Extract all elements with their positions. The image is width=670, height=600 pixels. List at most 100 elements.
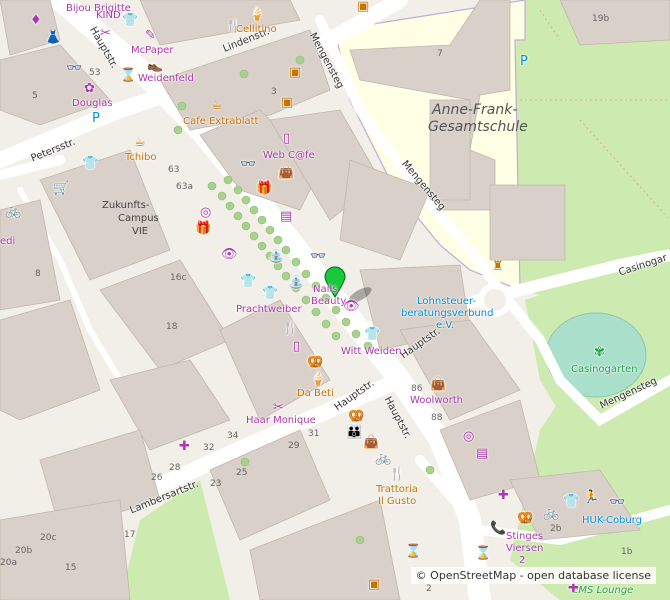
- books-icon[interactable]: ▤: [476, 447, 488, 461]
- restaurant-icon[interactable]: 🍴: [389, 468, 405, 482]
- bank-icon[interactable]: ▣: [368, 578, 380, 592]
- monument-icon[interactable]: ♜: [492, 260, 504, 274]
- house-number: 32: [203, 443, 215, 453]
- poi-label-stinges-line2[interactable]: Viersen: [506, 543, 543, 555]
- restaurant-icon[interactable]: 🍴: [282, 322, 298, 336]
- beauty-icon[interactable]: ✿: [84, 82, 95, 96]
- fountain-icon[interactable]: ⛲: [268, 250, 284, 264]
- phone-icon[interactable]: 📞: [490, 522, 506, 536]
- poi-label-webcafe[interactable]: Web C@fe: [263, 150, 315, 162]
- poi-label-witt[interactable]: Witt Weiden: [341, 346, 402, 358]
- poi-label-woolworth[interactable]: Woolworth: [410, 395, 463, 407]
- park-label-casinogarten[interactable]: Casinogarten: [571, 364, 638, 376]
- poi-label-nails-line1[interactable]: Nails: [313, 284, 337, 296]
- hourglass-icon[interactable]: ⌛: [475, 547, 491, 561]
- fountain-icon[interactable]: ⛲: [288, 276, 304, 290]
- school-label-line1: Anne-Frank-: [432, 102, 518, 118]
- area-label-zukunft-line1: Zukunfts-: [102, 200, 150, 211]
- poi-label-lohnsteuer-line3[interactable]: e.V.: [436, 320, 454, 332]
- clothes-shop-icon[interactable]: 👕: [262, 287, 278, 301]
- bicycle-icon[interactable]: 🚲: [543, 507, 559, 521]
- map-canvas[interactable]: Lindenstr. Mengensteg Mengensteg Mengens…: [0, 0, 670, 600]
- poi-label-cellitino[interactable]: Cellitino: [236, 24, 277, 36]
- clothes-shop-icon[interactable]: 👕: [563, 495, 579, 509]
- house-number: 17: [124, 530, 136, 540]
- bicycle-parking-icon[interactable]: P: [92, 112, 100, 126]
- bank-icon[interactable]: ▣: [281, 96, 293, 110]
- books-icon[interactable]: ▤: [280, 210, 292, 224]
- clothes-shop-icon[interactable]: 👕: [122, 14, 138, 28]
- sports-icon[interactable]: 🏃: [583, 491, 599, 505]
- poi-label-trattoria-line2[interactable]: Il Gusto: [378, 496, 416, 508]
- poi-label-bijou-line2[interactable]: KIND: [96, 10, 121, 22]
- bakery-icon[interactable]: 🥨: [307, 356, 323, 370]
- jewellery-icon[interactable]: ◎: [200, 206, 211, 220]
- poi-label-stinges-line3[interactable]: 2: [519, 555, 525, 567]
- house-number: 15: [65, 563, 77, 573]
- phone-shop-icon[interactable]: ▯: [293, 340, 300, 354]
- hourglass-icon[interactable]: ⌛: [405, 545, 421, 559]
- poi-label-mcpaper[interactable]: McPaper: [131, 45, 173, 57]
- poi-label-haar[interactable]: Haar Monique: [246, 415, 316, 427]
- beauty-eye-icon[interactable]: 👁: [343, 300, 360, 314]
- poi-label-tchibo[interactable]: Tchibo: [125, 152, 157, 164]
- cafe-icon[interactable]: ☕: [134, 136, 146, 150]
- jewellery-icon[interactable]: ◎: [463, 430, 474, 444]
- beauty-eye-icon[interactable]: 👁: [221, 248, 238, 262]
- pharmacy-icon[interactable]: ✚: [498, 489, 509, 503]
- shopping-bag-icon[interactable]: 👜: [363, 436, 379, 450]
- shoe-shop-icon[interactable]: 👞: [147, 59, 163, 73]
- supermarket-icon[interactable]: 🛒: [53, 182, 69, 196]
- optician-icon[interactable]: 👓: [240, 158, 256, 172]
- poi-label-lohnsteuer-line2[interactable]: beratungsverbund: [401, 308, 493, 320]
- attribution-text[interactable]: © OpenStreetMap - open database license: [410, 567, 656, 584]
- poi-label-weidenfeld[interactable]: Weidenfeld: [138, 73, 194, 85]
- poi-label-nails-line2[interactable]: Beauty: [311, 296, 346, 308]
- clothes-shop-icon[interactable]: 👕: [82, 157, 98, 171]
- optician-icon[interactable]: 👓: [310, 250, 326, 264]
- poi-label-douglas[interactable]: Douglas: [72, 98, 113, 110]
- gift-icon[interactable]: 🎁: [256, 182, 272, 196]
- jewellery-icon[interactable]: ♦: [30, 14, 42, 28]
- shopping-bag-icon[interactable]: 👜: [278, 166, 294, 180]
- restaurant-icon[interactable]: 🍴: [225, 20, 241, 34]
- icecream-icon[interactable]: 🍦: [310, 373, 326, 387]
- gift-icon[interactable]: 🎁: [195, 222, 211, 236]
- poi-label-trattoria-line1[interactable]: Trattoria: [376, 484, 418, 496]
- bakery-icon[interactable]: 🥨: [517, 512, 533, 526]
- poi-label-ems[interactable]: EMS Lounge: [572, 585, 633, 597]
- hairdresser-icon[interactable]: ✂: [100, 27, 111, 41]
- house-number: 8: [35, 269, 41, 279]
- bicycle-icon[interactable]: 🚲: [5, 205, 21, 219]
- house-number: 18: [166, 322, 178, 332]
- phone-shop-icon[interactable]: ▯: [283, 132, 290, 146]
- insurance-icon[interactable]: 👓: [609, 496, 625, 510]
- hairdresser-icon[interactable]: ✂: [273, 401, 284, 415]
- variety-store-icon[interactable]: 👜: [430, 378, 446, 392]
- clothes-shop-icon[interactable]: 👕: [364, 328, 380, 342]
- hourglass-icon[interactable]: ⌛: [120, 69, 136, 83]
- poi-label-huk[interactable]: HUK-Coburg: [582, 515, 642, 527]
- optician-icon[interactable]: 👓: [66, 62, 82, 76]
- people-icon[interactable]: 👪: [346, 426, 362, 440]
- poi-label-stinges-line1[interactable]: Stinges: [506, 531, 543, 543]
- poi-label-cafe-extrablatt[interactable]: Cafe Extrablatt: [183, 116, 258, 128]
- playground-icon[interactable]: ✾: [594, 346, 605, 360]
- pharmacy-icon[interactable]: ✚: [179, 440, 190, 454]
- bank-icon[interactable]: ▣: [357, 0, 369, 14]
- poi-label-dabeti[interactable]: Da Beti: [297, 388, 334, 400]
- cafe-icon[interactable]: ☕: [211, 99, 223, 113]
- poi-label-lohnsteuer-line1[interactable]: Lohnsteuer-: [417, 296, 476, 308]
- house-number: 2: [426, 584, 432, 594]
- poi-label-edi[interactable]: edi: [0, 236, 15, 248]
- bank-icon[interactable]: ▣: [289, 66, 301, 80]
- bicycle-icon[interactable]: 🚲: [375, 452, 391, 466]
- bakery-icon[interactable]: 🥨: [348, 410, 364, 424]
- stationery-icon[interactable]: ✎: [145, 29, 156, 43]
- icecream-icon[interactable]: 🍦: [249, 8, 265, 22]
- clothes-shop-icon[interactable]: 👗: [45, 31, 61, 45]
- pharmacy-icon[interactable]: ✚: [568, 582, 579, 596]
- bicycle-parking-icon[interactable]: P: [520, 55, 528, 69]
- clothes-shop-icon[interactable]: 👕: [240, 275, 256, 289]
- poi-label-prachtweiber[interactable]: Prachtweiber: [236, 304, 302, 316]
